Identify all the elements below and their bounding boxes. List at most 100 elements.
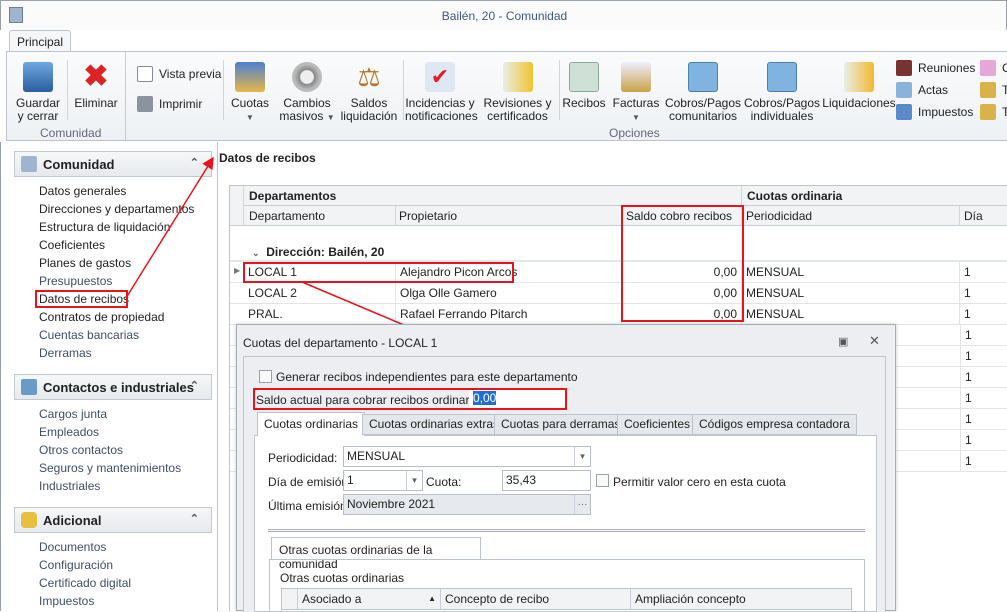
sidebar-item-direcciones[interactable]: Direcciones y departamentos — [39, 202, 194, 216]
scales-icon: ⚖ — [357, 62, 381, 92]
col-departamento[interactable]: Departamento — [244, 206, 396, 226]
co-button[interactable]: Co — [980, 60, 1007, 76]
ellipsis-button[interactable]: ··· — [574, 495, 590, 514]
section-adicional[interactable]: Adicional ⌃ — [14, 507, 212, 533]
sidebar-item-derramas[interactable]: Derramas — [39, 346, 92, 360]
sidebar-item-industriales[interactable]: Industriales — [39, 479, 100, 493]
otras-cuotas-title: Otras cuotas ordinarias — [280, 571, 405, 585]
chevron-up-icon[interactable]: ⌃ — [190, 156, 199, 169]
generar-checkbox[interactable] — [259, 370, 272, 383]
chevron-up-icon[interactable]: ⌃ — [190, 379, 199, 392]
sidebar-item-planes[interactable]: Planes de gastos — [39, 256, 131, 270]
tab-principal[interactable]: Principal — [9, 30, 71, 52]
table-row[interactable]: PRAL. Rafael Ferrando Pitarch 0,00 MENSUAL 1 — [230, 304, 1007, 325]
cuotas-button[interactable]: Cuotas ▼ — [227, 62, 273, 124]
sidebar-item-contratos[interactable]: Contratos de propiedad — [39, 310, 164, 324]
section-contactos[interactable]: Contactos e industriales ⌃ — [14, 374, 212, 400]
piggy-bank-icon — [980, 60, 996, 76]
reuniones-button[interactable]: Reuniones — [896, 60, 975, 76]
permitir-checkbox[interactable] — [596, 474, 609, 487]
revisiones-button[interactable]: Revisiones y certificados — [480, 62, 555, 123]
tax-icon — [896, 104, 912, 120]
section-comunidad[interactable]: Comunidad ⌃ — [14, 151, 212, 177]
restore-icon[interactable]: ▣ — [838, 335, 848, 348]
printer-icon — [137, 96, 153, 112]
annotation-box-saldo-input — [253, 388, 567, 410]
col-propietario[interactable]: Propietario — [396, 206, 622, 226]
tab-coeficientes[interactable]: Coeficientes — [617, 414, 698, 435]
generar-label: Generar recibos independientes para este… — [276, 370, 578, 384]
cobros-comunitarios-button[interactable]: Cobros/Pagos comunitarios — [663, 62, 743, 123]
sidebar: Comunidad ⌃ Datos generales Direcciones y… — [0, 142, 218, 611]
tab-cuotas-derramas[interactable]: Cuotas para derramas — [494, 414, 628, 435]
title-bar: Bailén, 20 - Comunidad — [0, 0, 1007, 30]
dropdown-arrow-icon[interactable]: ▼ — [574, 447, 590, 466]
chevron-down-icon[interactable]: ⌄ — [252, 248, 260, 258]
group-row[interactable]: ⌄ Dirección: Bailén, 20 — [252, 245, 384, 259]
ultima-input[interactable]: Noviembre 2021 ··· — [343, 494, 591, 515]
col-dia[interactable]: Día — [960, 206, 1007, 226]
annotation-box-saldo — [621, 205, 744, 322]
col-periodicidad[interactable]: Periodicidad — [742, 206, 960, 226]
tab-otras-cuotas[interactable]: Otras cuotas ordinarias de la comunidad — [271, 537, 481, 571]
annotation-box-sidebar — [35, 290, 128, 308]
recibos-button[interactable]: Recibos — [562, 62, 606, 110]
cuota-input[interactable]: 35,43 — [502, 470, 591, 491]
liquidaciones-button[interactable]: Liquidaciones — [819, 62, 899, 110]
row-indicator-icon: ▶ — [234, 266, 241, 275]
facturas-button[interactable]: Facturas ▼ — [611, 62, 661, 124]
periodicidad-select[interactable]: MENSUAL ▼ — [343, 446, 591, 467]
tab-cuotas-extras[interactable]: Cuotas ordinarias extras — [362, 414, 507, 435]
transfer-person-icon — [980, 104, 996, 120]
imprimir-button[interactable]: Imprimir — [137, 96, 202, 112]
sidebar-item-cuentas[interactable]: Cuentas bancarias — [39, 328, 139, 342]
cell-dia: 1 — [960, 367, 976, 388]
sidebar-item-impuestos[interactable]: Impuestos — [39, 594, 94, 608]
sidebar-item-empleados[interactable]: Empleados — [39, 425, 99, 439]
col-asociado[interactable]: Asociado a ▲ — [297, 589, 441, 609]
transfer-icon — [980, 82, 996, 98]
incidencias-button[interactable]: ✔ Incidencias y notificaciones — [405, 62, 478, 123]
permitir-label: Permitir valor cero en esta cuota — [613, 475, 786, 489]
sidebar-item-configuracion[interactable]: Configuración — [39, 558, 113, 572]
table-row[interactable]: LOCAL 2 Olga Olle Gamero 0,00 MENSUAL 1 — [230, 283, 1007, 304]
cell-per: MENSUAL — [742, 262, 960, 283]
sidebar-item-seguros[interactable]: Seguros y mantenimientos — [39, 461, 181, 475]
col-ampliacion[interactable]: Ampliación concepto — [631, 589, 750, 609]
ribbon: Guardar y cerrar ✖ Eliminar Comunidad Vis… — [6, 51, 1007, 142]
sidebar-item-certificado[interactable]: Certificado digital — [39, 576, 131, 590]
vista-previa-button[interactable]: Vista previa — [137, 66, 221, 82]
sidebar-item-estructura[interactable]: Estructura de liquidación — [39, 220, 170, 234]
sidebar-item-otros[interactable]: Otros contactos — [39, 443, 123, 457]
cobros-individuales-button[interactable]: Cobros/Pagos individuales — [742, 62, 822, 123]
tr-button-1[interactable]: Tr — [980, 82, 1007, 98]
tr-button-2[interactable]: Tr — [980, 104, 1007, 120]
dropdown-arrow-icon[interactable]: ▼ — [406, 471, 422, 490]
col-concepto[interactable]: Concepto de recibo — [441, 589, 631, 609]
people-icon — [21, 379, 37, 395]
sidebar-item-documentos[interactable]: Documentos — [39, 540, 106, 554]
cell-dia: 1 — [960, 451, 976, 472]
chevron-up-icon[interactable]: ⌃ — [190, 512, 199, 525]
actas-button[interactable]: Actas — [896, 82, 948, 98]
floppy-disk-icon — [23, 62, 53, 92]
tab-codigos[interactable]: Códigos empresa contadora — [692, 414, 857, 435]
eliminar-button[interactable]: ✖ Eliminar — [71, 62, 121, 110]
dialog-title: Cuotas del departamento - LOCAL 1 — [243, 336, 438, 350]
group-label-comunidad: Comunidad — [40, 126, 102, 140]
close-icon[interactable]: ✕ — [869, 333, 880, 349]
cell-dia: 1 — [960, 325, 976, 346]
dia-select[interactable]: 1 ▼ — [343, 470, 423, 491]
cambios-masivos-button[interactable]: Cambios masivos ▼ — [277, 62, 337, 124]
impuestos-button[interactable]: Impuestos — [896, 104, 973, 120]
cell-dia: 1 — [960, 388, 976, 409]
sidebar-item-cargos[interactable]: Cargos junta — [39, 407, 107, 421]
sidebar-item-coeficientes[interactable]: Coeficientes — [39, 238, 105, 252]
sidebar-item-datos-generales[interactable]: Datos generales — [39, 184, 126, 198]
saldos-liquidacion-button[interactable]: ⚖ Saldos liquidación — [339, 62, 399, 123]
sidebar-item-presupuestos[interactable]: Presupuestos — [39, 274, 112, 288]
tab-cuotas-ordinarias[interactable]: Cuotas ordinarias — [257, 412, 366, 436]
periodicidad-label: Periodicidad: — [268, 451, 338, 465]
guardar-button[interactable]: Guardar y cerrar — [13, 62, 63, 123]
cell-dia: 1 — [960, 262, 1007, 283]
